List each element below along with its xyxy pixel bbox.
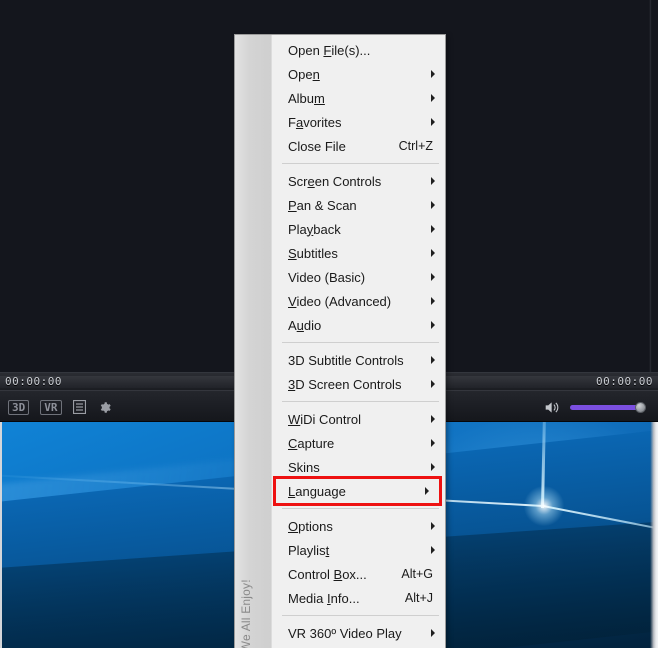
volume-knob[interactable] [635,402,646,413]
menu-separator [282,163,439,164]
menu-item-media-info[interactable]: Media Info... Alt+J [272,586,445,610]
total-time: 00:00:00 [596,375,653,388]
brand-tagline: We All Enjoy! [239,579,253,648]
menu-separator [282,615,439,616]
menu-item-shortcut: Alt+J [404,591,433,605]
menu-item-open-file-s[interactable]: Open File(s)... [272,38,445,62]
menu-item-label: Playlist [288,542,330,558]
wallpaper-left-border [0,422,2,648]
menu-item-label: VR 360º Video Play [288,625,402,641]
menu-separator [282,342,439,343]
menu-separator [282,508,439,509]
submenu-arrow-icon [431,70,435,78]
submenu-arrow-icon [431,94,435,102]
menu-item-label: Audio [288,317,322,333]
menu-item-label: Video (Basic) [288,269,366,285]
menu-item-label: Media Info... [288,590,360,606]
menu-item-label: Subtitles [288,245,338,261]
menu-item-playback[interactable]: Playback [272,217,445,241]
submenu-arrow-icon [431,546,435,554]
volume-fill [570,405,638,410]
menu-item-label: Open File(s)... [288,42,371,58]
elapsed-time: 00:00:00 [5,375,62,388]
wallpaper-right-border [650,422,658,648]
menu-item-label: Video (Advanced) [288,293,392,309]
right-control-group [544,391,646,423]
menu-item-label: Favorites [288,114,342,130]
menu-item-audio[interactable]: Audio [272,313,445,337]
submenu-arrow-icon [425,487,429,495]
submenu-arrow-icon [431,463,435,471]
menu-item-label: Language [288,483,346,499]
menu-item-album[interactable]: Album [272,86,445,110]
submenu-arrow-icon [431,177,435,185]
menu-item-shortcut: Ctrl+Z [398,139,433,153]
window-right-edge [646,0,652,372]
submenu-arrow-icon [431,273,435,281]
menu-item-list: Open File(s)... Open Album Favorites Close F… [272,35,445,648]
light-beam-glow [523,486,565,526]
menu-item-label: Control Box... [288,566,367,582]
brand-text: KMPlayer We All Enjoy! [238,579,253,648]
menu-item-label: Album [288,90,325,106]
menu-item-capture[interactable]: Capture [272,431,445,455]
menu-item-video-basic[interactable]: Video (Basic) [272,265,445,289]
submenu-arrow-icon [431,321,435,329]
menu-item-favorites[interactable]: Favorites [272,110,445,134]
playlist-icon[interactable] [72,400,86,414]
menu-item-subtitles[interactable]: Subtitles [272,241,445,265]
menu-item-widi-control[interactable]: WiDi Control [272,407,445,431]
menu-item-label: Skins [288,459,320,475]
menu-item-open[interactable]: Open [272,62,445,86]
menu-brand-strip: KMPlayer We All Enjoy! [235,35,272,648]
menu-item-label: 3D Subtitle Controls [288,352,404,368]
menu-item-label: WiDi Control [288,411,361,427]
menu-item-video-advanced[interactable]: Video (Advanced) [272,289,445,313]
vr-mode-button[interactable]: VR [40,399,62,415]
menu-item-label: Playback [288,221,341,237]
3d-mode-button[interactable]: 3D [8,399,30,415]
menu-item-label: Options [288,518,333,534]
menu-item-3d-subtitle-controls[interactable]: 3D Subtitle Controls [272,348,445,372]
menu-item-label: Close File [288,138,346,154]
submenu-arrow-icon [431,380,435,388]
volume-slider[interactable] [570,400,646,414]
submenu-arrow-icon [431,415,435,423]
menu-item-label: Screen Controls [288,173,382,189]
submenu-arrow-icon [431,439,435,447]
submenu-arrow-icon [431,225,435,233]
menu-item-playlist[interactable]: Playlist [272,538,445,562]
submenu-arrow-icon [431,118,435,126]
menu-item-label: Open [288,66,320,82]
menu-separator [282,401,439,402]
menu-item-close-file[interactable]: Close File Ctrl+Z [272,134,445,158]
context-menu[interactable]: KMPlayer We All Enjoy! Open File(s)...Op… [234,34,446,648]
menu-item-shortcut: Alt+G [401,567,433,581]
submenu-arrow-icon [431,522,435,530]
submenu-arrow-icon [431,356,435,364]
menu-item-skins[interactable]: Skins [272,455,445,479]
menu-item-vr-360-video-play[interactable]: VR 360º Video Play [272,621,445,645]
menu-item-label: Pan & Scan [288,197,357,213]
menu-item-label: 3D Screen Controls [288,376,402,392]
left-control-group: 3D VR [8,391,112,423]
submenu-arrow-icon [431,249,435,257]
menu-item-label: Capture [288,435,335,451]
menu-item-screen-controls[interactable]: Screen Controls [272,169,445,193]
menu-item-3d-screen-controls[interactable]: 3D Screen Controls [272,372,445,396]
speaker-icon[interactable] [544,400,561,415]
kmplayer-window: 00:00:00 00:00:00 3D VR We All Enjoy! Op… [0,0,658,648]
submenu-arrow-icon [431,297,435,305]
gear-icon[interactable] [97,400,112,415]
menu-item-control-box[interactable]: Control Box... Alt+G [272,562,445,586]
menu-item-options[interactable]: Options [272,514,445,538]
submenu-arrow-icon [431,201,435,209]
menu-item-language[interactable]: Language [273,476,442,506]
menu-item-pan-scan[interactable]: Pan & Scan [272,193,445,217]
submenu-arrow-icon [431,629,435,637]
